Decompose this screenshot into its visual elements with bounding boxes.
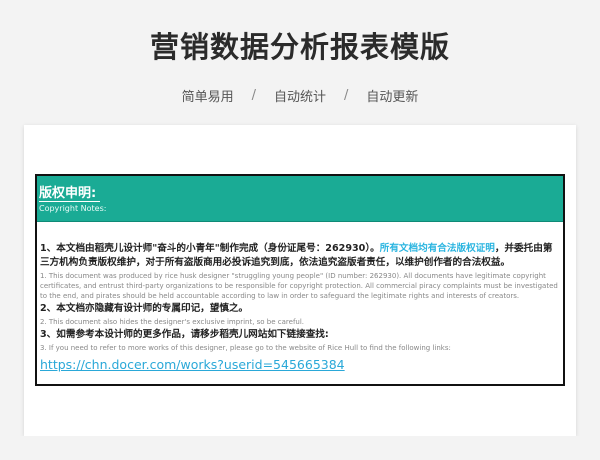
designer-works-link[interactable]: https://chn.docer.com/works?userid=54566… (40, 357, 345, 373)
copyright-subtitle: Copyright Notes: (39, 204, 107, 213)
page-title: 营销数据分析报表模版 (149, 30, 450, 64)
notice-line-1-text: 1、本文档由稻壳儿设计师"奋斗的小青年"制作完成（身份证尾号：262930）。 (40, 243, 380, 254)
notice-line-1-en: 1. This document was produced by rice hu… (40, 272, 558, 300)
bottom-band (0, 436, 600, 460)
copyright-proof-link[interactable]: 所有文档均有合法版权证明 (380, 243, 495, 254)
notice-line-2-cn: 2、本文档亦隐藏有设计师的专属印记，望慎之。 (40, 303, 249, 314)
subtitle-separator: / (251, 88, 256, 103)
notice-line-3-cn: 3、如需参考本设计师的更多作品，请移步稻壳儿网站如下链接查找: (40, 329, 329, 340)
document-sheet: 版权申明: Copyright Notes: 1、本文档由稻壳儿设计师"奋斗的小… (24, 125, 576, 436)
copyright-notice-box: 版权申明: Copyright Notes: 1、本文档由稻壳儿设计师"奋斗的小… (35, 174, 565, 386)
notice-line-1-cn: 1、本文档由稻壳儿设计师"奋斗的小青年"制作完成（身份证尾号：262930）。所… (40, 242, 562, 270)
notice-line-2-en: 2. This document also hides the designer… (40, 318, 305, 326)
subtitle-item-auto-stats: 自动统计 (273, 90, 326, 105)
subtitle-bar: 简单易用 / 自动统计 / 自动更新 (0, 86, 600, 105)
copyright-body: 1、本文档由稻壳儿设计师"奋斗的小青年"制作完成（身份证尾号：262930）。所… (40, 242, 562, 373)
subtitle-item-auto-update: 自动更新 (366, 90, 419, 105)
copyright-title: 版权申明: (39, 186, 101, 202)
notice-line-3-en: 3. If you need to refer to more works of… (40, 344, 451, 352)
subtitle-item-easy: 简单易用 (181, 90, 234, 105)
page-header: 营销数据分析报表模版 简单易用 / 自动统计 / 自动更新 (0, 0, 600, 125)
subtitle-separator: / (344, 88, 349, 103)
copyright-banner: 版权申明: Copyright Notes: (37, 176, 563, 222)
